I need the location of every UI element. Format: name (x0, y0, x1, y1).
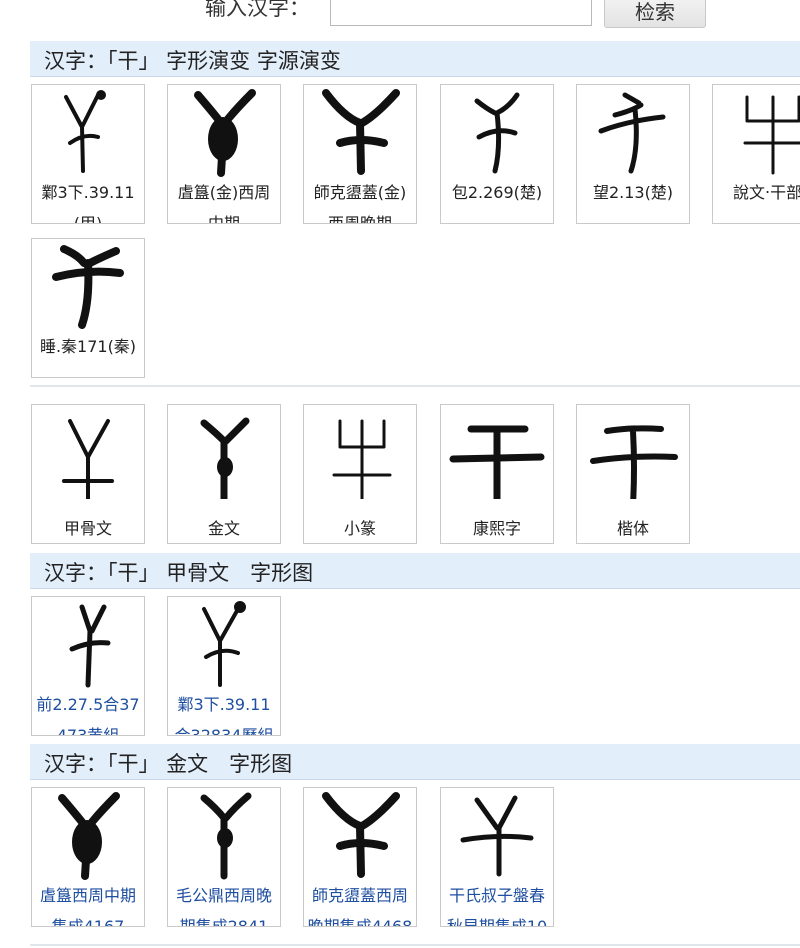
script-caption: 甲骨文 (63, 519, 112, 538)
script-caption: 小篆 (343, 519, 376, 538)
evolution-card[interactable]: 虘簋(金)西周中期 (167, 84, 281, 224)
bronze-section-title: 汉字：「干」 金文 字形图 (44, 752, 293, 776)
bronze-card[interactable]: 虘簋西周中期集成4167 (31, 787, 145, 927)
chu-gan-glyph-icon (441, 87, 553, 179)
kaiti-gan-glyph-icon (577, 407, 689, 499)
oracle-gan-glyph-icon (32, 599, 144, 691)
bronze-gan-glyph-icon (168, 790, 280, 882)
evolution-card[interactable]: 師克盨蓋(金)西周晚期 (303, 84, 417, 224)
evolution-card[interactable]: 鄴3下.39.11(甲) (31, 84, 145, 224)
oracle-card[interactable]: 前2.27.5合37473黄組 (31, 596, 145, 736)
search-input[interactable] (330, 0, 592, 26)
script-caption: 康熙字 (472, 519, 521, 538)
evolution-caption: 包2.269(楚) (451, 183, 543, 202)
oracle-section-header: 汉字：「干」 甲骨文 字形图 (30, 553, 800, 589)
script-card[interactable]: 甲骨文 (31, 404, 145, 544)
evolution-caption: 鄴3下.39.11(甲) (41, 183, 135, 224)
evolution-section-header: 汉字：「干」 字形演变 字源演变 (30, 41, 800, 77)
chu-gan-glyph-icon (577, 87, 689, 179)
bronze-gan-glyph-icon (304, 87, 416, 179)
search-bar: 输入汉字： 检索 (0, 0, 800, 30)
seal-gan-glyph-icon (304, 407, 416, 499)
bronze-caption-link[interactable]: 虘簋西周中期集成4167 (34, 880, 142, 926)
evolution-card[interactable]: 包2.269(楚) (440, 84, 554, 224)
evolution-card[interactable]: 睡.秦171(秦) (31, 238, 145, 378)
section-divider (30, 385, 800, 387)
oracle-caption-link[interactable]: 前2.27.5合37473黄組 (34, 689, 142, 735)
script-caption: 楷体 (616, 519, 649, 538)
kangxi-gan-glyph-icon (441, 407, 553, 499)
evolution-caption: 說文‧干部 (733, 183, 800, 202)
bronze-caption-link[interactable]: 毛公鼎西周晚期集成2841 (170, 880, 278, 926)
bronze-card[interactable]: 師克盨蓋西周晚期集成4468 (303, 787, 417, 927)
script-card[interactable]: 金文 (167, 404, 281, 544)
evolution-card[interactable]: 望2.13(楚) (576, 84, 690, 224)
script-card[interactable]: 楷体 (576, 404, 690, 544)
evolution-caption: 睡.秦171(秦) (39, 337, 137, 356)
seal-gan-glyph-icon (713, 87, 800, 179)
script-card[interactable]: 小篆 (303, 404, 417, 544)
bronze-card[interactable]: 干氏叔子盤春秋早期集成10 (440, 787, 554, 927)
oracle-caption-link[interactable]: 鄴3下.39.11合32834歷組 (170, 689, 278, 735)
bronze-gan-glyph-icon (304, 790, 416, 882)
evolution-caption: 望2.13(楚) (592, 183, 674, 202)
bronze-gan-glyph-icon (441, 790, 553, 882)
oracle-gan-glyph-icon (32, 407, 144, 499)
bronze-section-header: 汉字：「干」 金文 字形图 (30, 744, 800, 780)
script-card[interactable]: 康熙字 (440, 404, 554, 544)
search-button[interactable]: 检索 (604, 0, 706, 28)
oracle-section-title: 汉字：「干」 甲骨文 字形图 (44, 561, 314, 585)
evolution-section-title: 汉字：「干」 字形演变 字源演变 (44, 49, 341, 73)
bronze-gan-glyph-icon (168, 407, 280, 499)
oracle-card[interactable]: 鄴3下.39.11合32834歷組 (167, 596, 281, 736)
bronze-card[interactable]: 毛公鼎西周晚期集成2841 (167, 787, 281, 927)
evolution-caption: 師克盨蓋(金)西周晚期 (313, 183, 407, 224)
bronze-caption-link[interactable]: 干氏叔子盤春秋早期集成10 (443, 880, 551, 926)
script-caption: 金文 (207, 519, 240, 538)
bronze-caption-link[interactable]: 師克盨蓋西周晚期集成4468 (306, 880, 414, 926)
bronze-gan-glyph-icon (32, 790, 144, 882)
search-label: 输入汉字： (205, 0, 310, 20)
bronze-gan-glyph-icon (168, 87, 280, 179)
evolution-caption: 虘簋(金)西周中期 (177, 183, 271, 224)
evolution-card[interactable]: 說文‧干部 (712, 84, 800, 224)
oracle-gan-glyph-icon (168, 599, 280, 691)
section-divider (30, 944, 800, 946)
oracle-gan-glyph-icon (32, 87, 144, 179)
qin-gan-glyph-icon (32, 241, 144, 333)
